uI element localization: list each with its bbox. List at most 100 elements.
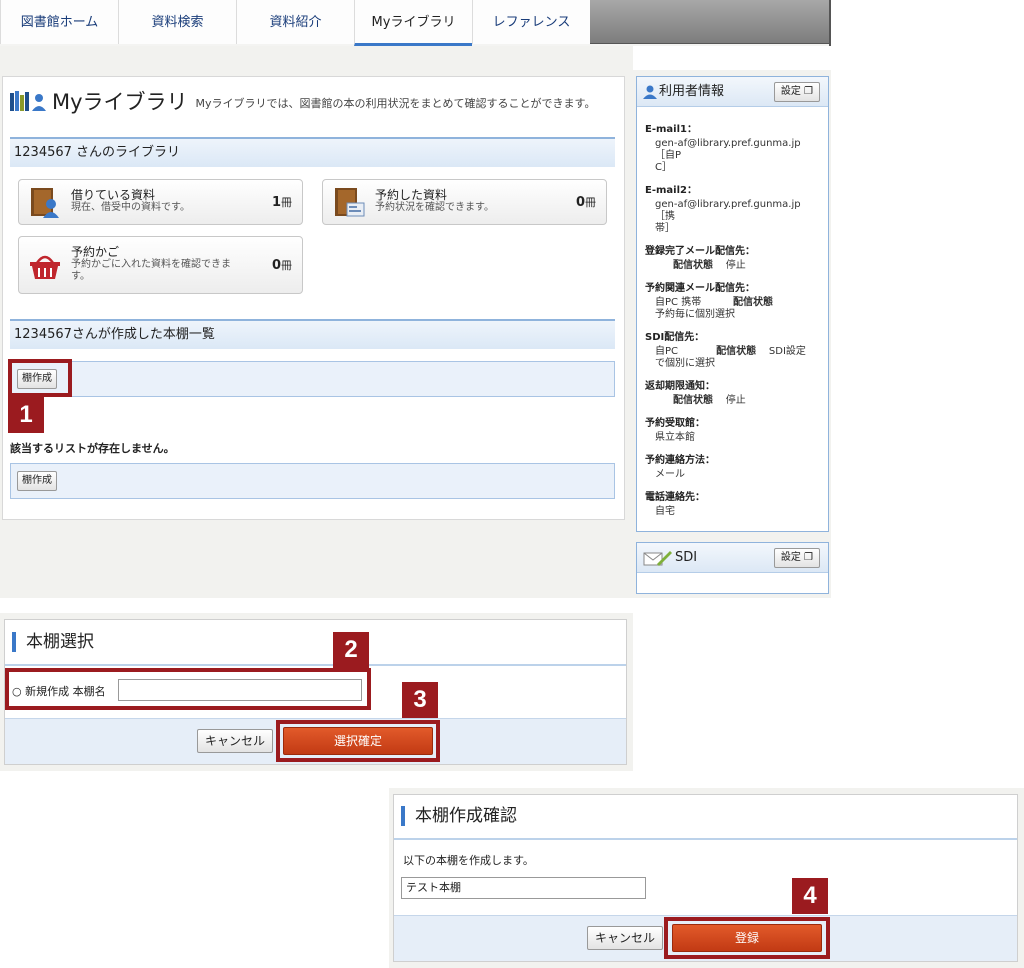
shelf-toolbar-top: [10, 361, 615, 397]
count-unit: 冊: [281, 259, 292, 272]
callout-badge-2: 2: [333, 632, 369, 668]
card-count: 0冊: [272, 257, 292, 273]
callout-highlight-1: [8, 359, 72, 397]
card-title: 予約かご: [71, 245, 120, 259]
email2-value: gen-af@library.pref.gunma.jp ［携 帯］: [645, 199, 820, 235]
user-info-title: 利用者情報: [659, 84, 725, 99]
card-description-line: す。: [71, 271, 90, 282]
page-title: Myライブラリ Myライブラリでは、図書館の本の利用状況をまとめて確認することが…: [10, 86, 595, 116]
tab-label: Myライブラリ: [371, 15, 456, 30]
status-label: 配信状態: [733, 297, 773, 308]
page-title-text: Myライブラリ: [52, 90, 188, 114]
registration-mail-label: 登録完了メール配信先：: [645, 246, 755, 257]
card-description: 現在、借受中の資料です。: [71, 202, 190, 213]
top-navigation: 図書館ホーム 資料検索 資料紹介 Myライブラリ レファレンス: [0, 0, 831, 46]
status-value: SDI設定: [768, 346, 806, 357]
card-description-line: 予約かごに入れた資料を確認できま: [71, 259, 231, 270]
sdi-settings-button[interactable]: 設定 ❐: [773, 548, 820, 568]
shelf-select-title: 本棚選択: [12, 632, 94, 652]
value-line: 帯］: [655, 223, 675, 234]
user-info-panel: 利用者情報 設定 ❐ E-mail1： gen-af@library.pref.…: [636, 76, 829, 532]
tab-reference[interactable]: レファレンス: [472, 0, 590, 44]
status-label: 配信状態: [716, 346, 757, 357]
borrowed-items-card[interactable]: 借りている資料 現在、借受中の資料です。 1冊: [18, 179, 303, 225]
count-value: 0: [271, 258, 281, 273]
return-notice-label: 返却期限通知：: [645, 381, 715, 392]
note: 予約毎に個別選択: [655, 309, 735, 320]
note: で個別に選択: [655, 358, 715, 369]
user-info-list: E-mail1： gen-af@library.pref.gunma.jp［自P…: [637, 107, 828, 518]
status-label: 配信状態: [673, 395, 713, 406]
nav-filler: [590, 0, 829, 44]
email2-label: E-mail2：: [645, 185, 697, 196]
status-label: 配信状態: [673, 260, 713, 271]
target: 自PC: [655, 346, 679, 357]
cancel-button[interactable]: キャンセル: [587, 926, 663, 950]
reservation-mail-value: 自PC 携帯 配信状態 予約毎に個別選択: [645, 297, 820, 321]
settings-label: 設定: [780, 552, 801, 563]
email1-label: E-mail1：: [645, 124, 697, 135]
value-line: C］: [655, 162, 672, 173]
callout-highlight-4: [664, 917, 830, 959]
library-heading: 1234567 さんのライブラリ: [10, 137, 615, 167]
sdi-target-label: SDI配信先：: [645, 332, 705, 343]
user-info-settings-button[interactable]: 設定 ❐: [773, 82, 820, 102]
phone-contact-value: 自宅: [655, 506, 675, 517]
tab-introduction[interactable]: 資料紹介: [236, 0, 354, 44]
tab-library-home[interactable]: 図書館ホーム: [0, 0, 118, 44]
settings-label: 設定: [780, 86, 801, 97]
sdi-panel: SDI 設定 ❐: [636, 542, 829, 594]
contact-method-label: 予約連絡方法：: [645, 455, 715, 466]
registration-mail-value: 配信状態 停止: [645, 260, 820, 272]
shelf-list-heading: 1234567さんが作成した本棚一覧: [10, 319, 615, 349]
tab-my-library[interactable]: Myライブラリ: [354, 0, 472, 46]
value-line: gen-af@library.pref.gunma.jp ［携: [655, 199, 801, 222]
reservation-cart-card[interactable]: 予約かご 予約かごに入れた資料を確認できま す。 0冊: [18, 236, 303, 294]
confirm-shelf-name: テスト本棚: [401, 877, 646, 899]
shelf-toolbar-bottom: [10, 463, 615, 499]
basket-icon: [30, 255, 60, 279]
tab-label: 図書館ホーム: [20, 15, 99, 30]
tab-label: レファレンス: [492, 15, 571, 30]
window-icon: ❐: [804, 86, 813, 97]
user-icon: [643, 85, 657, 99]
sdi-title: SDI: [675, 550, 698, 565]
dialog-divider: [394, 838, 1017, 840]
confirm-message: 以下の本棚を作成します。: [403, 854, 534, 867]
card-description: 予約かごに入れた資料を確認できま す。: [71, 259, 231, 283]
status-value: 停止: [725, 395, 746, 406]
callout-badge-1: 1: [8, 397, 44, 433]
callout-highlight-2: [5, 668, 371, 710]
value-line: gen-af@library.pref.gunma.jp［自P: [655, 138, 801, 161]
card-count: 1冊: [272, 194, 292, 210]
mail-pencil-icon: [643, 551, 672, 566]
reserved-items-card[interactable]: 予約した資料 予約状況を確認できます。 0冊: [322, 179, 607, 225]
return-notice-value: 配信状態 停止: [645, 395, 820, 407]
sdi-header: SDI 設定 ❐: [637, 543, 828, 573]
no-list-message: 該当するリストが存在しません。: [10, 442, 175, 455]
callout-highlight-3: [276, 720, 440, 762]
card-title: 予約した資料: [375, 188, 448, 202]
sdi-target-value: 自PC 配信状態 SDI設定で個別に選択: [645, 346, 820, 370]
count-unit: 冊: [281, 196, 292, 209]
card-title: 借りている資料: [71, 188, 156, 202]
card-count: 0冊: [576, 194, 596, 210]
user-info-header: 利用者情報 設定 ❐: [637, 77, 828, 107]
contact-method-value: メール: [655, 469, 685, 480]
dialog-divider: [5, 664, 626, 666]
shelf-confirm-title: 本棚作成確認: [401, 806, 517, 826]
count-value: 0: [575, 195, 585, 210]
pickup-library-value: 県立本館: [655, 432, 695, 443]
callout-badge-4: 4: [792, 878, 828, 914]
callout-badge-3: 3: [402, 682, 438, 718]
count-unit: 冊: [585, 196, 596, 209]
email1-value: gen-af@library.pref.gunma.jp［自P C］: [645, 138, 820, 174]
cancel-button[interactable]: キャンセル: [197, 729, 273, 753]
tab-search[interactable]: 資料検索: [118, 0, 236, 44]
tab-label: 資料紹介: [269, 15, 322, 30]
reserved-book-icon: [335, 188, 365, 217]
books-person-icon: [10, 91, 46, 111]
create-shelf-button-bottom[interactable]: 棚作成: [17, 471, 57, 491]
phone-contact-label: 電話連絡先：: [645, 492, 705, 503]
tab-label: 資料検索: [151, 15, 204, 30]
